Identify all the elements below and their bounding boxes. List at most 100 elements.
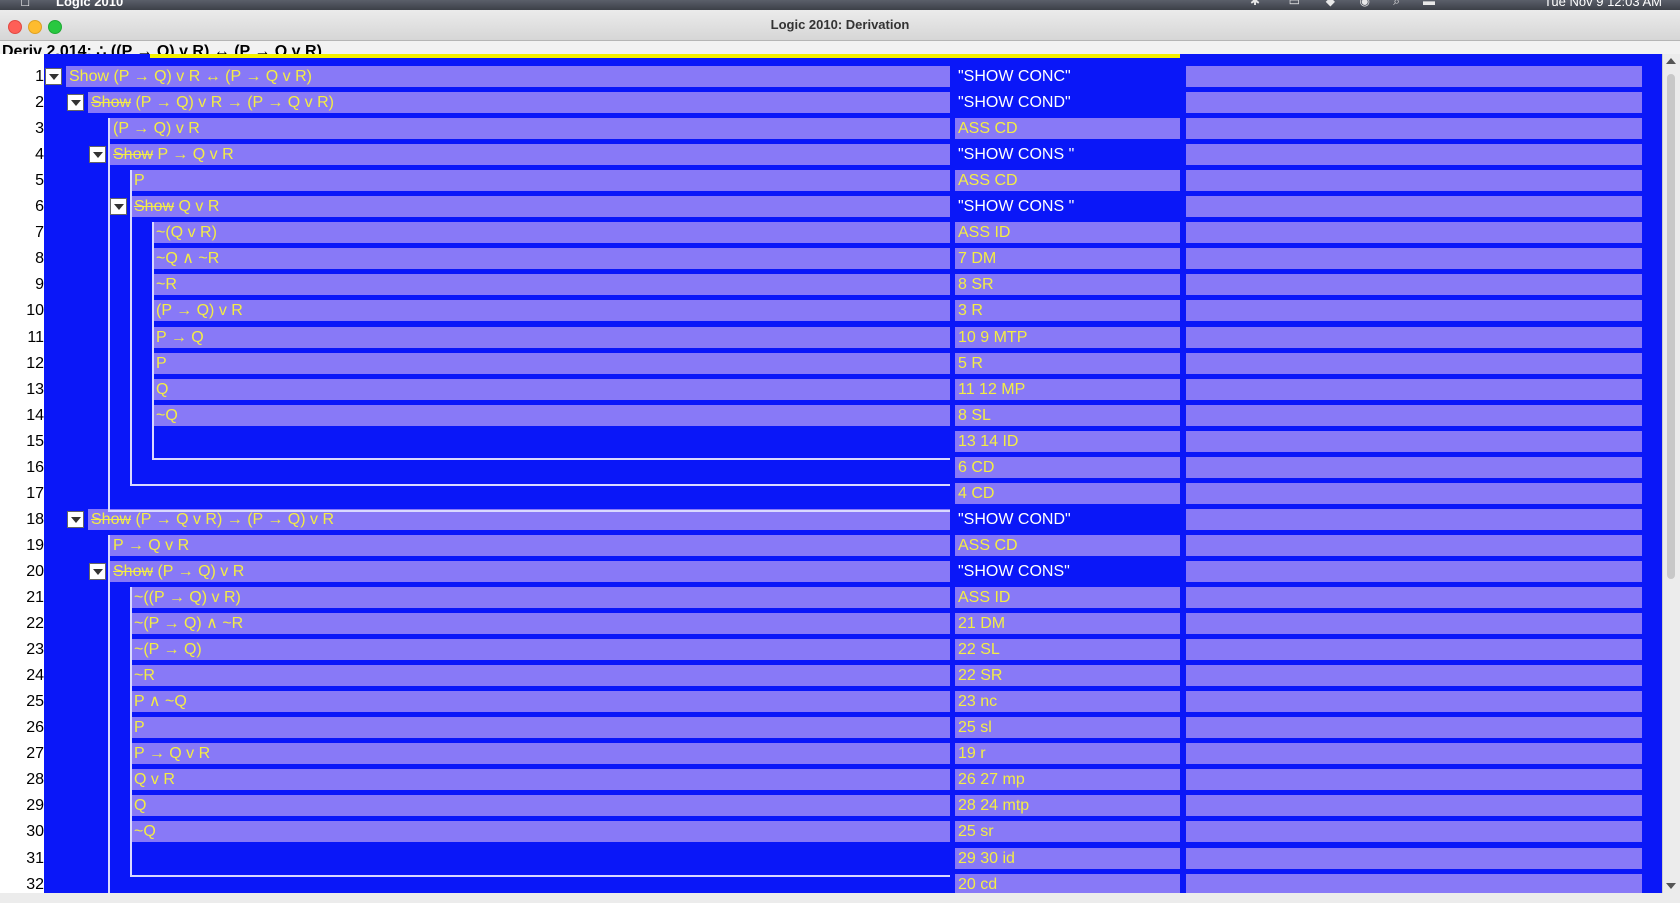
collapse-toggle-icon[interactable] — [89, 562, 106, 580]
justification-text: 5 R — [958, 354, 983, 372]
comment-cell[interactable] — [1186, 534, 1642, 556]
comment-cell[interactable] — [1186, 326, 1642, 348]
justification-text: 29 30 id — [958, 849, 1015, 867]
line-number: 3 — [35, 120, 44, 138]
collapse-toggle-icon[interactable] — [67, 94, 84, 112]
comment-cell[interactable] — [1186, 873, 1642, 893]
comment-cell[interactable] — [1186, 170, 1642, 192]
formula-text: ~Q — [156, 406, 178, 424]
justification-text: 26 27 mp — [958, 771, 1025, 789]
formula-text: P → Q — [156, 328, 204, 346]
vertical-scrollbar[interactable] — [1662, 54, 1680, 893]
scope-line — [130, 587, 132, 875]
scope-line — [108, 509, 950, 512]
bluetooth-icon[interactable]: ✱ — [1250, 0, 1260, 8]
collapse-toggle-icon[interactable] — [89, 146, 106, 164]
comment-cell[interactable] — [1186, 144, 1642, 166]
formula-text: ~((P → Q) v R) — [134, 589, 241, 606]
menubar-app-name[interactable]: Logic 2010 — [56, 0, 123, 9]
justification-text: 7 DM — [958, 250, 997, 268]
collapse-toggle-icon[interactable] — [45, 68, 62, 85]
user-icon[interactable]: ◉ — [1360, 0, 1370, 8]
control-center-icon[interactable]: ▬ — [1423, 0, 1435, 8]
comment-cell[interactable] — [1186, 378, 1642, 400]
formula-text: ~(P → Q) — [134, 641, 202, 659]
comment-cell[interactable] — [1186, 821, 1642, 843]
derivation-pane[interactable]: 1 Show (P → Q) v R ↔ (P → Q v R) "SHOW CON… — [0, 54, 1662, 893]
comment-cell[interactable] — [1186, 352, 1642, 374]
apple-icon[interactable]:  — [20, 0, 31, 9]
scroll-up-arrow-icon[interactable] — [1666, 58, 1676, 64]
comment-cell[interactable] — [1186, 248, 1642, 270]
formula-text: P ∧ ~Q — [134, 693, 187, 711]
line-number: 23 — [26, 641, 44, 659]
scroll-down-arrow-icon[interactable] — [1666, 883, 1676, 889]
line-number: 22 — [26, 615, 44, 633]
comment-cell[interactable] — [1186, 613, 1642, 635]
formula-text: P — [156, 354, 167, 372]
formula-text: Q — [156, 380, 169, 398]
line-number: 31 — [26, 849, 44, 867]
justification-text: 4 CD — [958, 484, 995, 502]
collapse-toggle-icon[interactable] — [67, 510, 84, 528]
line-number: 20 — [26, 562, 44, 580]
comment-cell[interactable] — [1186, 639, 1642, 661]
justification-text: 8 SL — [958, 406, 991, 424]
scope-line — [130, 874, 950, 877]
comment-cell[interactable] — [1186, 743, 1642, 765]
formula-text: Show (P → Q v R) → (P → Q) v R — [91, 510, 335, 528]
collapse-toggle-icon[interactable] — [110, 198, 127, 216]
comment-cell[interactable] — [1186, 508, 1642, 530]
line-number: 19 — [26, 536, 44, 554]
comment-cell[interactable] — [1186, 795, 1642, 817]
formula-text: P → Q v R — [134, 745, 211, 763]
formula-text: P — [134, 172, 145, 190]
justification-text: 28 24 mtp — [958, 797, 1030, 815]
justification-text: 6 CD — [958, 458, 995, 476]
comment-cell[interactable] — [1186, 847, 1642, 869]
menubar-clock[interactable]: Tue Nov 9 12:03 AM — [1544, 0, 1662, 9]
wifi-icon[interactable]: ◆ — [1326, 0, 1335, 8]
line-number: 14 — [26, 406, 44, 424]
formula-text: Show Q v R — [134, 198, 220, 216]
comment-cell[interactable] — [1186, 430, 1642, 452]
comment-cell[interactable] — [1186, 274, 1642, 296]
comment-cell[interactable] — [1186, 691, 1642, 713]
scroll-thumb[interactable] — [1667, 74, 1675, 579]
comment-cell[interactable] — [1186, 66, 1642, 87]
line-number: 15 — [26, 432, 44, 450]
comment-cell[interactable] — [1186, 560, 1642, 582]
window-titlebar[interactable]: Logic 2010: Derivation — [0, 10, 1680, 41]
line-number: 9 — [35, 276, 44, 294]
justification-text: 22 SR — [958, 667, 1003, 685]
scope-line — [130, 170, 132, 484]
justification-text: 23 nc — [958, 693, 998, 711]
battery-icon[interactable]: ▭ — [1289, 0, 1300, 8]
comment-cell[interactable] — [1186, 769, 1642, 791]
justification-text: 19 r — [958, 745, 986, 763]
line-number: 32 — [26, 875, 44, 893]
comment-cell[interactable] — [1186, 222, 1642, 244]
comment-cell[interactable] — [1186, 587, 1642, 608]
line-number: 2 — [35, 94, 44, 112]
line-number: 5 — [35, 172, 44, 190]
scope-line — [108, 118, 110, 510]
comment-cell[interactable] — [1186, 717, 1642, 739]
line-number: 4 — [35, 146, 44, 164]
comment-cell[interactable] — [1186, 300, 1642, 322]
comment-cell[interactable] — [1186, 92, 1642, 114]
scope-line — [152, 457, 950, 460]
formula-text: P → Q v R — [113, 536, 190, 554]
formula-text: ~R — [134, 667, 155, 685]
comment-cell[interactable] — [1186, 456, 1642, 478]
justification-text: "SHOW CONS " — [958, 198, 1075, 216]
comment-cell[interactable] — [1186, 665, 1642, 687]
comment-cell[interactable] — [1186, 482, 1642, 504]
search-icon[interactable]: ⌕ — [1393, 0, 1400, 9]
justification-text: 25 sl — [958, 719, 992, 737]
justification-text: "SHOW CONS " — [958, 146, 1075, 164]
comment-cell[interactable] — [1186, 404, 1642, 426]
line-number: 13 — [26, 380, 44, 398]
comment-cell[interactable] — [1186, 118, 1642, 140]
comment-cell[interactable] — [1186, 196, 1642, 218]
